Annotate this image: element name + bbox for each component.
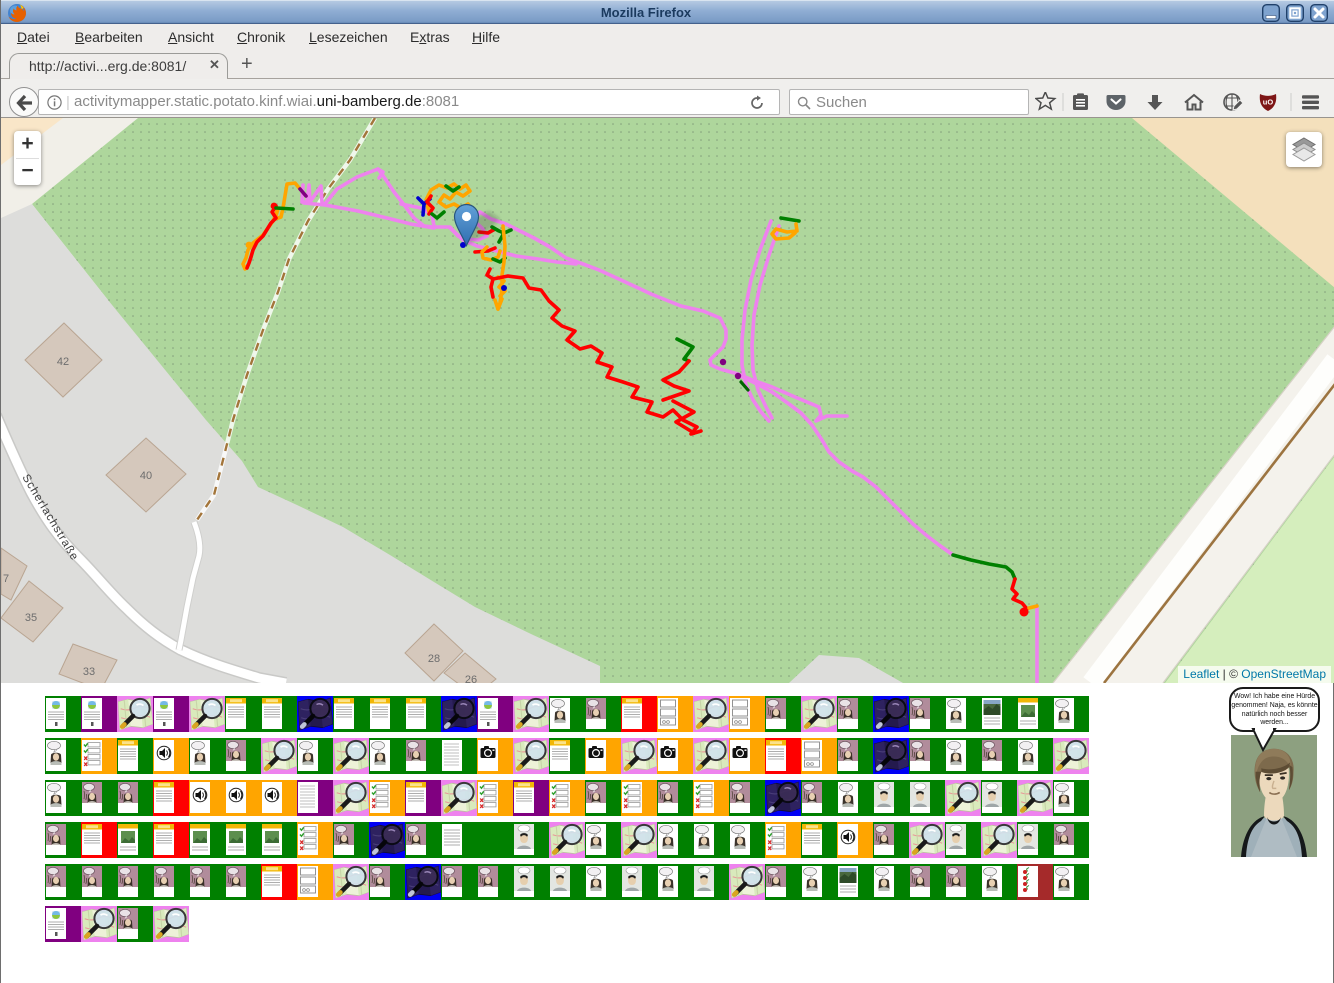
svg-text:42: 42: [57, 356, 69, 368]
svg-text:26: 26: [465, 674, 477, 683]
svg-text:35: 35: [25, 612, 37, 624]
svg-text:28: 28: [428, 653, 440, 665]
svg-text:40: 40: [140, 470, 152, 482]
svg-text:33: 33: [83, 666, 95, 678]
svg-text:uO: uO: [1263, 98, 1274, 107]
svg-text:7: 7: [3, 573, 9, 585]
